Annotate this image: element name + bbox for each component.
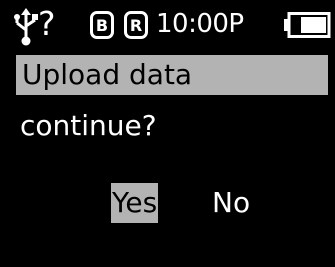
b-badge: B bbox=[90, 11, 114, 39]
clock-time: 10:00P bbox=[156, 9, 244, 39]
usb-status-indicator: ? bbox=[38, 4, 56, 43]
r-badge: R bbox=[124, 11, 148, 39]
no-button[interactable]: No bbox=[212, 183, 250, 223]
usb-icon bbox=[14, 8, 38, 46]
yes-button[interactable]: Yes bbox=[111, 183, 159, 223]
device-screen: ? B R 10:00P Upload data continue? Yes N… bbox=[0, 0, 335, 267]
status-bar: ? B R 10:00P bbox=[0, 0, 335, 54]
battery-icon bbox=[283, 12, 331, 38]
message-title: Upload data bbox=[16, 55, 328, 95]
message-prompt: continue? bbox=[20, 109, 157, 142]
